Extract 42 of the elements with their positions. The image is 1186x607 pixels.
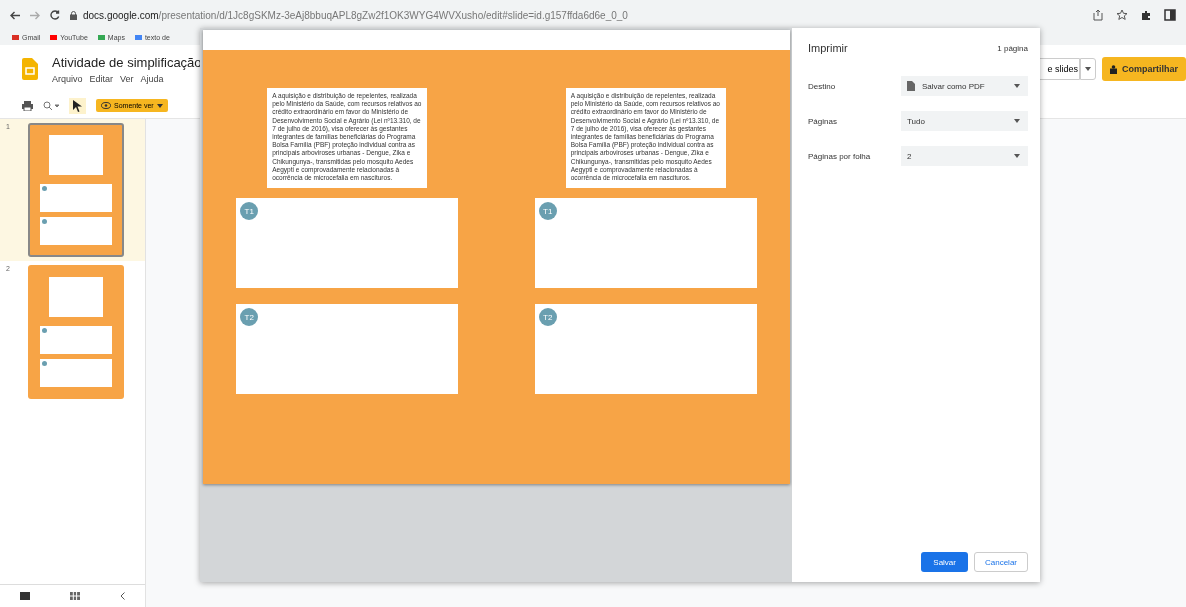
slide-thumbnail[interactable]	[28, 265, 124, 399]
menu-item[interactable]: Ver	[120, 73, 134, 84]
page-count: 1 página	[997, 43, 1028, 53]
caret-icon	[1014, 119, 1020, 123]
label-badge: T1	[240, 202, 259, 221]
share-button[interactable]: Compartilhar	[1102, 57, 1186, 81]
document-title[interactable]: Atividade de simplificação	[52, 54, 202, 70]
slide-thumbnail[interactable]	[28, 123, 124, 257]
setting-dropdown[interactable]: 2	[901, 146, 1028, 166]
share-icon[interactable]	[1092, 9, 1104, 21]
puzzle-icon[interactable]	[1140, 9, 1152, 21]
caret-icon	[1085, 67, 1091, 71]
lock-icon	[70, 10, 77, 20]
grid-view-icon[interactable]	[70, 592, 80, 600]
caret-icon	[1014, 154, 1020, 158]
file-icon	[907, 81, 915, 91]
print-icon[interactable]	[22, 100, 33, 111]
label-badge: T2	[240, 308, 259, 327]
cancel-button[interactable]: Cancelar	[974, 552, 1028, 572]
eye-icon	[101, 102, 111, 109]
setting-dropdown[interactable]: Salvar como PDF	[901, 76, 1028, 96]
setting-label: Páginas	[808, 116, 838, 126]
zoom-icon[interactable]	[43, 100, 59, 111]
label-badge: T1	[538, 202, 557, 221]
label-badge: T2	[538, 308, 557, 327]
reload-icon[interactable]	[50, 10, 60, 20]
setting-dropdown[interactable]: Tudo	[901, 111, 1028, 131]
menu-item[interactable]: Ajuda	[140, 73, 164, 84]
setting-label: Destino	[808, 81, 837, 91]
dialog-title: Imprimir	[808, 42, 848, 54]
setting-label: Páginas por folha	[808, 151, 872, 161]
collapse-icon[interactable]	[120, 592, 125, 600]
menu-item[interactable]: Editar	[89, 73, 114, 84]
lock-icon	[1110, 64, 1117, 74]
cursor-icon[interactable]	[73, 99, 82, 112]
save-button[interactable]: Salvar	[921, 552, 968, 572]
caret-icon	[156, 103, 163, 108]
star-icon[interactable]	[1116, 9, 1128, 21]
caret-icon	[1014, 84, 1020, 88]
sidebar-icon[interactable]	[1164, 9, 1176, 21]
menu-item[interactable]: Arquivo	[52, 73, 83, 84]
back-icon[interactable]	[10, 10, 20, 20]
